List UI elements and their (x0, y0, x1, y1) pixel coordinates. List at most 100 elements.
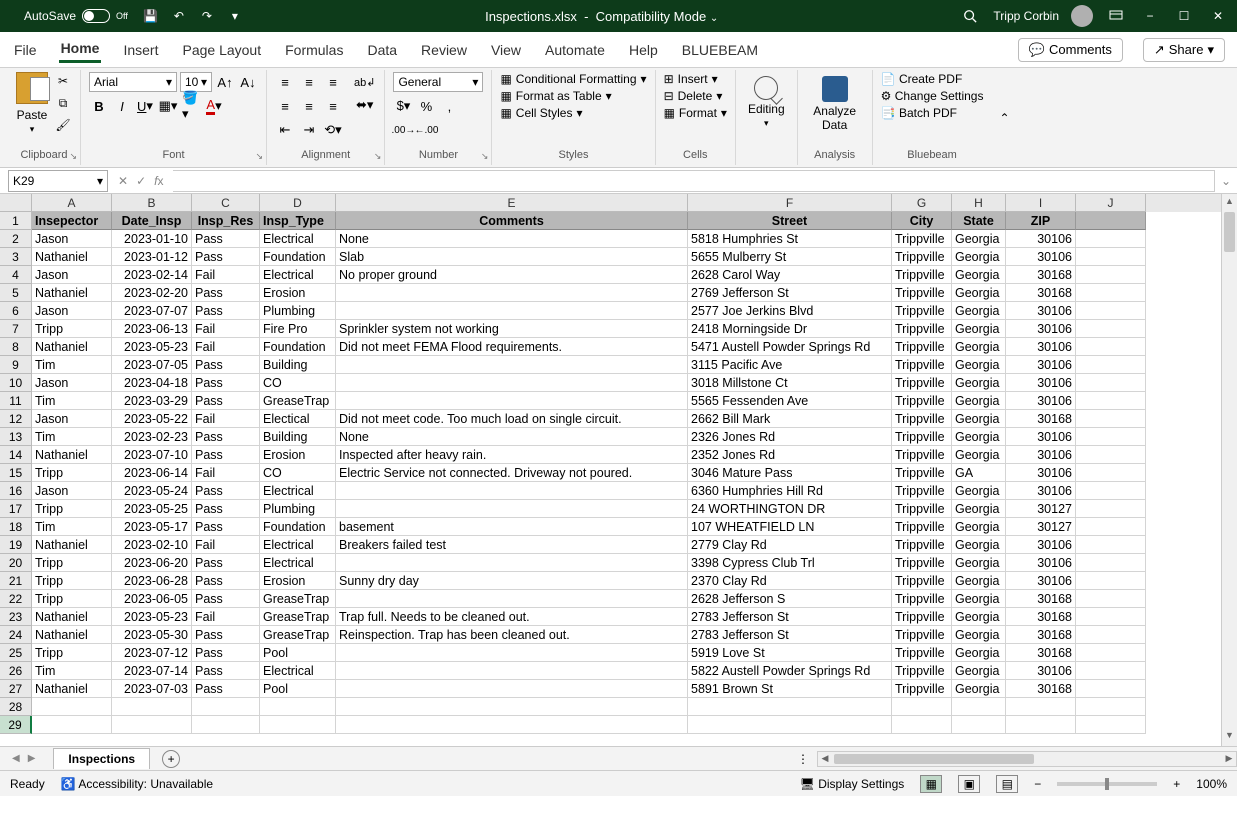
cell[interactable]: Georgia (952, 356, 1006, 374)
cell[interactable]: 2628 Carol Way (688, 266, 892, 284)
row-header[interactable]: 28 (0, 698, 32, 716)
row-header[interactable]: 14 (0, 446, 32, 464)
conditional-formatting-button[interactable]: ▦ Conditional Formatting ▾ (500, 72, 646, 86)
cell[interactable] (1076, 446, 1146, 464)
cell[interactable]: Georgia (952, 518, 1006, 536)
cell[interactable]: 3046 Mature Pass (688, 464, 892, 482)
cell[interactable]: Georgia (952, 374, 1006, 392)
header-cell[interactable]: City (892, 212, 952, 230)
format-as-table-button[interactable]: ▦ Format as Table ▾ (500, 89, 646, 103)
row-header[interactable]: 10 (0, 374, 32, 392)
row-header[interactable]: 11 (0, 392, 32, 410)
header-cell[interactable]: Insp_Type (260, 212, 336, 230)
cell[interactable]: 2023-07-03 (112, 680, 192, 698)
cell[interactable] (336, 554, 688, 572)
cell[interactable]: Pass (192, 392, 260, 410)
italic-button[interactable]: I (112, 96, 132, 116)
row-header[interactable]: 2 (0, 230, 32, 248)
cell[interactable]: Trippville (892, 572, 952, 590)
cell[interactable] (336, 500, 688, 518)
sheet-tab[interactable]: Inspections (53, 748, 150, 769)
cell[interactable]: CO (260, 374, 336, 392)
autosave-toggle[interactable]: AutoSave Off (24, 9, 128, 23)
tab-review[interactable]: Review (419, 38, 469, 62)
cell[interactable]: Did not meet FEMA Flood requirements. (336, 338, 688, 356)
cell[interactable]: Pass (192, 302, 260, 320)
cell[interactable]: Tim (32, 392, 112, 410)
cell[interactable] (336, 374, 688, 392)
column-header[interactable]: J (1076, 194, 1146, 212)
cell[interactable]: 2023-06-20 (112, 554, 192, 572)
cell[interactable]: Tripp (32, 590, 112, 608)
cell[interactable]: Foundation (260, 338, 336, 356)
cell[interactable]: 2023-05-23 (112, 608, 192, 626)
cell[interactable]: Pass (192, 590, 260, 608)
comments-button[interactable]: 💬 Comments (1018, 38, 1123, 62)
cell[interactable]: Electrical (260, 482, 336, 500)
cell[interactable]: 30127 (1006, 518, 1076, 536)
row-header[interactable]: 20 (0, 554, 32, 572)
cell[interactable]: GreaseTrap (260, 392, 336, 410)
cell[interactable]: Foundation (260, 518, 336, 536)
cell[interactable] (1076, 536, 1146, 554)
cell[interactable]: Trippville (892, 428, 952, 446)
expand-formula-bar-icon[interactable]: ⌄ (1215, 174, 1237, 188)
cell[interactable]: Nathaniel (32, 680, 112, 698)
format-cells-button[interactable]: ▦ Format ▾ (664, 106, 727, 120)
cell[interactable]: Sprinkler system not working (336, 320, 688, 338)
header-cell[interactable]: Insepector (32, 212, 112, 230)
cell[interactable]: Trippville (892, 680, 952, 698)
cell[interactable]: Pass (192, 284, 260, 302)
formula-input[interactable] (173, 170, 1214, 192)
cell[interactable]: None (336, 230, 688, 248)
copy-icon[interactable]: ⧉ (54, 94, 72, 112)
cell[interactable]: Building (260, 428, 336, 446)
format-painter-icon[interactable]: 🖌 (54, 116, 72, 134)
cell[interactable] (336, 716, 688, 734)
cell[interactable]: GA (952, 464, 1006, 482)
cell[interactable]: Pass (192, 626, 260, 644)
cell[interactable]: Georgia (952, 626, 1006, 644)
cell[interactable]: Georgia (952, 500, 1006, 518)
header-cell[interactable]: Insp_Res (192, 212, 260, 230)
cell[interactable]: 107 WHEATFIELD LN (688, 518, 892, 536)
cell[interactable] (336, 284, 688, 302)
qat-dropdown-icon[interactable]: ▾ (226, 7, 244, 25)
cell[interactable]: 2023-05-22 (112, 410, 192, 428)
cell[interactable] (1076, 482, 1146, 500)
cell[interactable] (1076, 374, 1146, 392)
cell[interactable]: No proper ground (336, 266, 688, 284)
cell[interactable]: 2023-06-14 (112, 464, 192, 482)
delete-cells-button[interactable]: ⊟ Delete ▾ (664, 89, 727, 103)
scroll-right-icon[interactable]: ▶ (1222, 753, 1236, 764)
normal-view-icon[interactable]: ▦ (920, 775, 942, 793)
scroll-up-icon[interactable]: ▲ (1222, 196, 1237, 210)
cell[interactable]: 30106 (1006, 230, 1076, 248)
dialog-launcher-icon[interactable]: ↘ (255, 151, 263, 162)
cell[interactable] (1076, 644, 1146, 662)
cell[interactable]: Fail (192, 266, 260, 284)
merge-button[interactable]: ⬌▾ (353, 95, 376, 115)
column-header[interactable]: B (112, 194, 192, 212)
cell[interactable]: 2023-07-07 (112, 302, 192, 320)
cell[interactable]: Tripp (32, 500, 112, 518)
cell[interactable]: 30106 (1006, 428, 1076, 446)
cell[interactable]: Jason (32, 266, 112, 284)
tab-home[interactable]: Home (59, 36, 102, 63)
cell[interactable]: Trap full. Needs to be cleaned out. (336, 608, 688, 626)
cell[interactable]: 2023-07-05 (112, 356, 192, 374)
cell[interactable] (1076, 266, 1146, 284)
cell[interactable] (1006, 698, 1076, 716)
enter-formula-icon[interactable]: ✓ (136, 174, 146, 188)
align-center-icon[interactable]: ≡ (299, 96, 319, 116)
cell[interactable]: Jason (32, 482, 112, 500)
column-header[interactable]: C (192, 194, 260, 212)
align-top-icon[interactable]: ≡ (275, 72, 295, 92)
cell[interactable]: 30106 (1006, 302, 1076, 320)
font-color-button[interactable]: A▾ (204, 96, 224, 116)
increase-decimal-icon[interactable]: .00→ (393, 120, 413, 140)
tab-page-layout[interactable]: Page Layout (180, 38, 263, 62)
cell[interactable]: 30127 (1006, 500, 1076, 518)
header-cell[interactable]: State (952, 212, 1006, 230)
cell[interactable]: 3398 Cypress Club Trl (688, 554, 892, 572)
